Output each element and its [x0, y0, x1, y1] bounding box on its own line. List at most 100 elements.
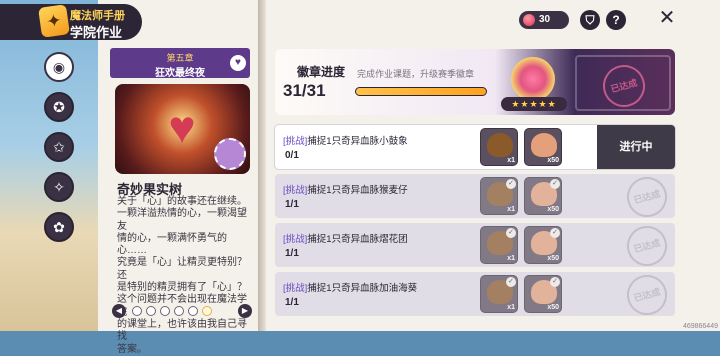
side-nav-rail: ◉ ✪ ✩ ✧ ✿ [40, 48, 80, 248]
reward-qty: x50 [547, 157, 559, 164]
story-line: 情的心，一颗满怀勇气的心…… [117, 232, 227, 257]
reward-slot[interactable]: ✓ x1 [480, 275, 518, 313]
app-title-badge: ✦ 魔法师手册 学院作业 [0, 4, 142, 40]
achieved-stamp: 已达成 [622, 270, 672, 320]
story-line: 是特别的精灵拥有了「心」？ [117, 282, 247, 294]
task-count: 1/1 [285, 297, 299, 308]
reward-qty: x1 [507, 206, 515, 213]
player-uid: 469866449 [682, 323, 718, 330]
handbook-logo-icon: ✦ [38, 4, 70, 38]
badge-progress-card[interactable]: 徽章进度 完成作业课题，升级赛季徽章 31/31 ★★★★★ 已达成 [275, 49, 675, 115]
task-text: 捕捉1只奇异血脉加油海葵 [307, 283, 418, 294]
golden-heart-icon: ♥ [168, 101, 196, 153]
task-label: [挑战]捕捉1只奇异血脉加油海葵 [283, 280, 417, 294]
check-icon: ✓ [550, 228, 560, 238]
cart-icon[interactable]: ⛉ [580, 10, 600, 30]
help-button[interactable]: ? [606, 10, 626, 30]
page-dot[interactable] [132, 306, 142, 316]
badge-progress-bar [355, 87, 487, 96]
task-tag: [挑战] [283, 234, 308, 245]
story-line: 究竟是「心」让精灵更特别？还 [117, 257, 247, 281]
page-dot[interactable] [160, 306, 170, 316]
season-medal-icon [511, 57, 555, 101]
story-pager: ◀ ▶ [112, 304, 252, 318]
task-row[interactable]: [挑战]捕捉1只奇异血脉猴麦仔 1/1 ✓ x1 ✓ x50 已达成 [275, 172, 675, 222]
close-button[interactable]: ✕ [657, 8, 677, 28]
task-text: 捕捉1只奇异血脉猴麦仔 [307, 185, 408, 196]
reward-slot[interactable]: x1 [480, 128, 518, 166]
check-icon: ✓ [550, 179, 560, 189]
badge-title: 徽章进度 [297, 65, 346, 79]
task-tag: [挑战] [283, 283, 308, 294]
flower-icon[interactable]: ✿ [44, 212, 74, 242]
task-label: [挑战]捕捉1只奇异血脉熠花团 [283, 231, 408, 245]
reward-slot[interactable]: ✓ x50 [524, 226, 562, 264]
check-icon: ✓ [550, 277, 560, 287]
task-count: 1/1 [285, 248, 299, 259]
page-dot[interactable] [174, 306, 184, 316]
reward-qty: x50 [547, 304, 559, 311]
cupcake-reward-icon [531, 133, 557, 157]
task-row[interactable]: [挑战]捕捉1只奇异血脉小鼓象 0/1 x1 x50 进行中 [275, 125, 675, 169]
magic-icon[interactable]: ✧ [44, 172, 74, 202]
chapter-name: 狂欢最终夜 [155, 68, 205, 79]
crest-icon[interactable]: ✪ [44, 92, 74, 122]
reward-slot[interactable]: ✓ x50 [524, 275, 562, 313]
app-name: 魔法师手册 [70, 10, 125, 22]
star-badge-icon[interactable]: ✩ [44, 132, 74, 162]
badge-subtitle: 完成作业课题，升级赛季徽章 [357, 69, 475, 79]
page-dot[interactable] [146, 306, 156, 316]
acorn-reward-icon [487, 133, 513, 157]
reward-qty: x1 [507, 157, 515, 164]
story-illustration: ♥ [115, 84, 250, 174]
story-line: 关于「心」的故事还在继续。 [117, 196, 247, 207]
reward-qty: x1 [507, 255, 515, 262]
task-label: [挑战]捕捉1只奇异血脉小鼓象 [283, 133, 408, 147]
book-icon[interactable]: ◉ [44, 52, 74, 82]
task-tag: [挑战] [283, 185, 308, 196]
seal-stamp-icon [214, 138, 246, 170]
currency-value: 30 [539, 14, 551, 25]
task-count: 1/1 [285, 199, 299, 210]
next-page-button[interactable]: ▶ [238, 304, 252, 318]
check-icon: ✓ [506, 277, 516, 287]
achieved-stamp: 已达成 [622, 172, 672, 222]
page-dot-current[interactable] [202, 306, 212, 316]
currency-counter[interactable]: 30 [519, 11, 569, 29]
reward-qty: x50 [547, 206, 559, 213]
task-row[interactable]: [挑战]捕捉1只奇异血脉加油海葵 1/1 ✓ x1 ✓ x50 已达成 [275, 270, 675, 320]
story-body: 关于「心」的故事还在继续。 一颗洋溢热情的心，一颗渴望友 情的心，一颗满怀勇气的… [117, 196, 255, 356]
in-progress-button[interactable]: 进行中 [597, 125, 675, 169]
book-spine [258, 0, 266, 331]
medal-stars: ★★★★★ [501, 97, 567, 111]
task-tag: [挑战] [283, 136, 308, 147]
page-dot[interactable] [188, 306, 198, 316]
reward-slot[interactable]: ✓ x1 [480, 177, 518, 215]
task-count: 0/1 [285, 150, 299, 161]
task-text: 捕捉1只奇异血脉熠花团 [307, 234, 408, 245]
story-line: 答案。 [117, 343, 147, 355]
heart-icon[interactable]: ♥ [230, 55, 246, 71]
task-label: [挑战]捕捉1只奇异血脉猴麦仔 [283, 182, 408, 196]
check-icon: ✓ [506, 228, 516, 238]
task-text: 捕捉1只奇异血脉小鼓象 [307, 136, 408, 147]
achieved-stamp: 已达成 [598, 60, 650, 112]
reward-slot[interactable]: x50 [524, 128, 562, 166]
chapter-number: 第五章 [166, 53, 194, 63]
reward-slot[interactable]: ✓ x50 [524, 177, 562, 215]
reward-qty: x1 [507, 304, 515, 311]
gem-icon [523, 14, 535, 26]
achieved-stamp: 已达成 [622, 221, 672, 271]
chapter-banner: 第五章 狂欢最终夜 ♥ [110, 48, 250, 79]
reward-slot[interactable]: ✓ x1 [480, 226, 518, 264]
reward-qty: x50 [547, 255, 559, 262]
prev-page-button[interactable]: ◀ [112, 304, 126, 318]
page-title: 学院作业 [70, 25, 123, 40]
badge-progress-text: 31/31 [283, 81, 326, 100]
badge-stamp-frame: 已达成 [575, 55, 671, 112]
task-row[interactable]: [挑战]捕捉1只奇异血脉熠花团 1/1 ✓ x1 ✓ x50 已达成 [275, 221, 675, 271]
story-line: 的课堂上，也许该由我自己寻找 [117, 318, 247, 343]
badge-progress-fill [356, 88, 486, 95]
story-line: 一颗洋溢热情的心，一颗渴望友 [117, 208, 247, 232]
check-icon: ✓ [506, 179, 516, 189]
